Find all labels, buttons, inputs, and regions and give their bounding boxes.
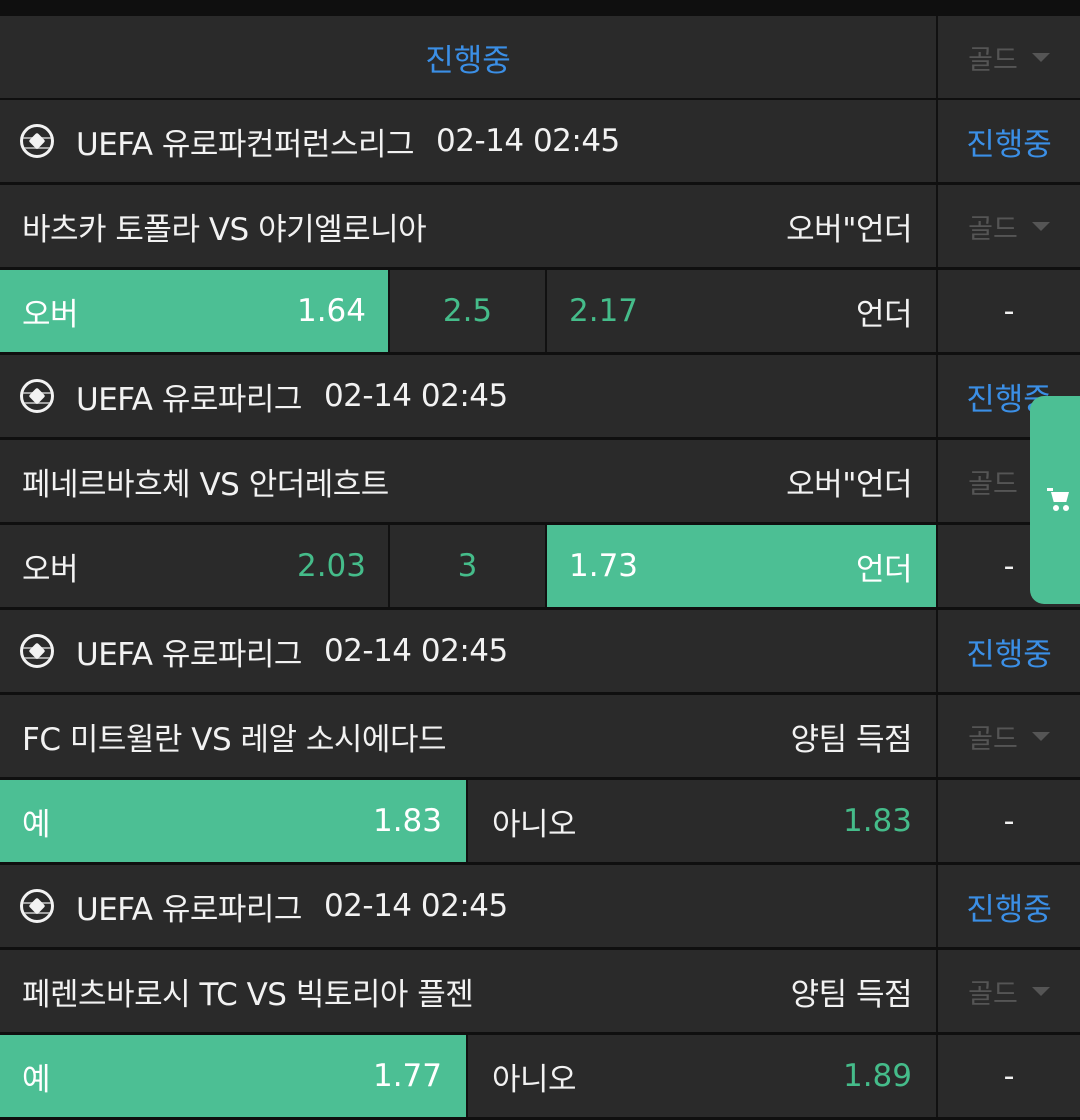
chevron-down-icon: [1031, 986, 1050, 996]
chevron-down-icon: [1031, 52, 1050, 62]
over-label: 오버: [22, 551, 79, 588]
odds-row: 예 1.83 아니오 1.83 -: [0, 780, 1080, 862]
match-time: 02-14 02:45: [323, 888, 508, 924]
odds-row: 오버 2.03 3 1.73 언더 -: [0, 525, 1080, 607]
league-row: UEFA 유로파리그 02-14 02:45 진행중: [0, 355, 1080, 437]
teams-row: 바츠카 토폴라 VS 야기엘로니아 오버"언더 골드: [0, 185, 1080, 267]
teams-row: 페네르바흐체 VS 안더레흐트 오버"언더 골드: [0, 440, 1080, 522]
league-name: UEFA 유로파리그: [76, 381, 302, 418]
over-odds-button[interactable]: 오버 2.03: [0, 525, 390, 607]
match-time: 02-14 02:45: [323, 378, 508, 414]
extra-value: -: [1003, 803, 1015, 839]
league-info: UEFA 유로파리그 02-14 02:45: [0, 865, 938, 947]
teams-info: 바츠카 토폴라 VS 야기엘로니아 오버"언더: [0, 185, 938, 267]
status-header-row: 진행중 골드: [0, 16, 1080, 98]
yes-odds: 1.77: [372, 1058, 442, 1094]
under-odds-button[interactable]: 1.73 언더: [547, 525, 938, 607]
teams-info: 페렌츠바로시 TC VS 빅토리아 플젠 양팀 득점: [0, 950, 938, 1032]
cart-tab[interactable]: [1030, 396, 1080, 604]
teams-label: 페렌츠바로시 TC VS 빅토리아 플젠: [22, 976, 474, 1013]
gold-dropdown[interactable]: 골드: [938, 695, 1080, 777]
no-odds-button[interactable]: 아니오 1.83: [468, 780, 938, 862]
teams-info: 페네르바흐체 VS 안더레흐트 오버"언더: [0, 440, 938, 522]
league-row: UEFA 유로파리그 02-14 02:45 진행중: [0, 865, 1080, 947]
no-label: 아니오: [492, 1061, 577, 1098]
league-info: UEFA 유로파컨퍼런스리그 02-14 02:45: [0, 100, 938, 182]
market-label: 오버"언더: [786, 466, 912, 503]
teams-info: FC 미트윌란 VS 레알 소시에다드 양팀 득점: [0, 695, 938, 777]
match-status: 진행중: [938, 610, 1080, 692]
chevron-down-icon: [1031, 221, 1050, 231]
extra-cell: -: [938, 270, 1080, 352]
under-label: 언더: [855, 551, 913, 588]
league-name: UEFA 유로파리그: [76, 891, 302, 928]
soccer-ball-icon: [20, 124, 54, 158]
league-name: UEFA 유로파리그: [76, 636, 302, 673]
yes-odds: 1.83: [372, 803, 442, 839]
match-status: 진행중: [938, 865, 1080, 947]
match-time: 02-14 02:45: [436, 123, 620, 159]
teams-label: 바츠카 토폴라 VS 야기엘로니아: [22, 211, 427, 248]
yes-odds-button[interactable]: 예 1.77: [0, 1035, 468, 1117]
soccer-ball-icon: [20, 379, 54, 413]
teams-label: 페네르바흐체 VS 안더레흐트: [22, 466, 389, 503]
no-odds: 1.89: [842, 1058, 912, 1094]
yes-odds-button[interactable]: 예 1.83: [0, 780, 468, 862]
line-label: 3: [457, 548, 478, 584]
league-name: UEFA 유로파컨퍼런스리그: [76, 126, 415, 163]
line-label: 2.5: [442, 293, 493, 329]
yes-label: 예: [22, 806, 51, 843]
extra-value: -: [1003, 1058, 1015, 1094]
under-odds: 2.17: [569, 293, 639, 329]
chevron-down-icon: [1031, 731, 1050, 741]
no-label: 아니오: [492, 806, 577, 843]
gold-dropdown[interactable]: 골드: [938, 185, 1080, 267]
market-label: 양팀 득점: [790, 976, 913, 1013]
gold-dropdown[interactable]: 골드: [938, 16, 1080, 98]
over-odds-button[interactable]: 오버 1.64: [0, 270, 390, 352]
match-status: 진행중: [938, 100, 1080, 182]
market-label: 양팀 득점: [790, 721, 913, 758]
status-filter[interactable]: 진행중: [0, 16, 938, 98]
extra-cell: -: [938, 1035, 1080, 1117]
over-label: 오버: [22, 296, 79, 333]
over-odds: 2.03: [296, 548, 366, 584]
gold-label: 골드: [968, 468, 1018, 500]
teams-label: FC 미트윌란 VS 레알 소시에다드: [22, 721, 447, 758]
line-value: 3: [390, 525, 547, 607]
market-label: 오버"언더: [786, 211, 912, 248]
over-odds: 1.64: [296, 293, 366, 329]
odds-row: 오버 1.64 2.5 2.17 언더 -: [0, 270, 1080, 352]
soccer-ball-icon: [20, 634, 54, 668]
odds-row: 예 1.77 아니오 1.89 -: [0, 1035, 1080, 1117]
teams-row: FC 미트윌란 VS 레알 소시에다드 양팀 득점 골드: [0, 695, 1080, 777]
match-time: 02-14 02:45: [323, 633, 508, 669]
league-row: UEFA 유로파컨퍼런스리그 02-14 02:45 진행중: [0, 100, 1080, 182]
match-status-label: 진행중: [966, 636, 1052, 673]
under-odds-button[interactable]: 2.17 언더: [547, 270, 938, 352]
line-value: 2.5: [390, 270, 547, 352]
no-odds: 1.83: [842, 803, 912, 839]
soccer-ball-icon: [20, 889, 54, 923]
gold-label: 골드: [968, 723, 1018, 755]
cart-icon: [1047, 488, 1073, 512]
league-row: UEFA 유로파리그 02-14 02:45 진행중: [0, 610, 1080, 692]
under-label: 언더: [855, 296, 913, 333]
extra-value: -: [1003, 293, 1015, 329]
yes-label: 예: [22, 1061, 51, 1098]
gold-label: 골드: [968, 44, 1018, 76]
gold-label: 골드: [968, 213, 1018, 245]
gold-dropdown[interactable]: 골드: [938, 950, 1080, 1032]
extra-cell: -: [938, 780, 1080, 862]
status-filter-label: 진행중: [425, 42, 511, 79]
gold-label: 골드: [968, 978, 1018, 1010]
teams-row: 페렌츠바로시 TC VS 빅토리아 플젠 양팀 득점 골드: [0, 950, 1080, 1032]
no-odds-button[interactable]: 아니오 1.89: [468, 1035, 938, 1117]
match-status-label: 진행중: [966, 126, 1052, 163]
league-info: UEFA 유로파리그 02-14 02:45: [0, 355, 938, 437]
league-info: UEFA 유로파리그 02-14 02:45: [0, 610, 938, 692]
under-odds: 1.73: [569, 548, 639, 584]
match-status-label: 진행중: [966, 891, 1052, 928]
